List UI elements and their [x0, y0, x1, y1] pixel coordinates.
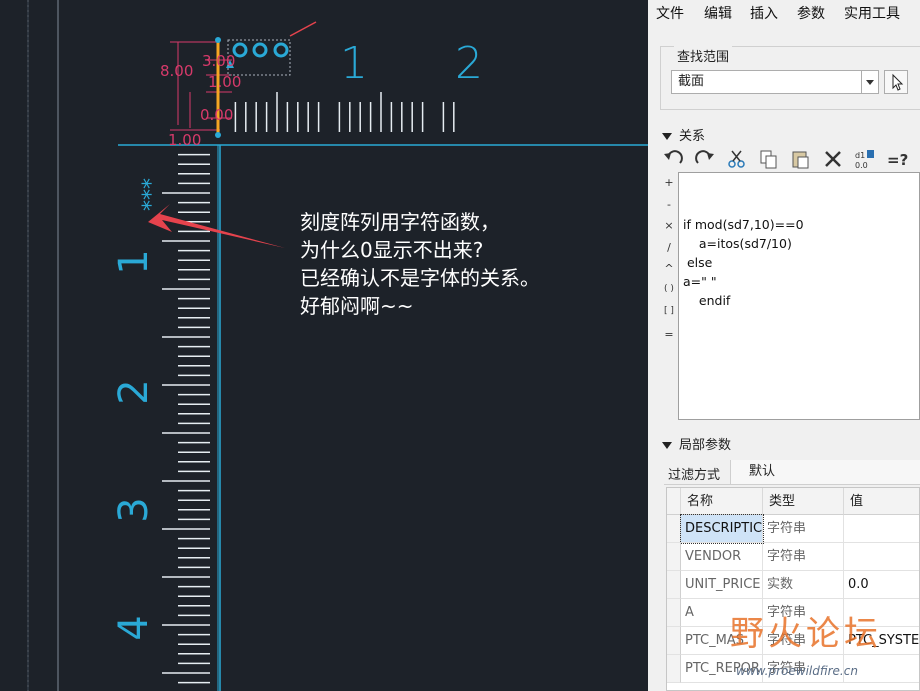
annotation-text: 刻度阵列用字符函数， 为什么0显示不出来? 已经确认不是字体的关系。 好郁闷啊~… — [300, 208, 540, 320]
column-header-value[interactable]: 值 — [844, 488, 919, 515]
relations-title: 关系 — [679, 129, 706, 144]
dimension-text[interactable]: 3.00 — [202, 52, 235, 70]
table-cell-type[interactable]: 实数 — [763, 571, 844, 599]
gear-glyphs — [232, 42, 289, 58]
ruler-number: 4 — [111, 615, 157, 641]
ruler-number: 1 — [111, 249, 157, 275]
menu-parameters[interactable]: 参数 — [797, 3, 825, 23]
table-cell-value[interactable] — [844, 515, 919, 543]
copy-icon[interactable] — [758, 148, 780, 170]
chevron-down-icon[interactable] — [861, 71, 878, 93]
undo-icon[interactable] — [662, 148, 684, 170]
operator-button[interactable]: / — [662, 241, 676, 254]
menu-utilities[interactable]: 实用工具 — [844, 3, 900, 23]
annotation-line: 已经确认不是字体的关系。 — [300, 266, 540, 290]
menu-insert[interactable]: 插入 — [750, 3, 778, 23]
row-header[interactable] — [667, 655, 681, 683]
watermark-url: www.proewildfire.cn — [736, 664, 858, 678]
table-cell-type[interactable]: 字符串 — [763, 515, 844, 543]
find-scope-select[interactable]: 截面 — [671, 70, 879, 94]
code-line: endif — [683, 293, 731, 308]
filter-bar: 过滤方式 默认 — [664, 460, 920, 485]
table-corner — [667, 488, 681, 515]
table-cell-name[interactable]: VENDOR — [681, 543, 763, 571]
ruler-number: 3 — [111, 497, 157, 523]
annotation-line: 刻度阵列用字符函数， — [300, 210, 500, 234]
find-scope-value: 截面 — [678, 74, 705, 89]
row-header[interactable] — [667, 599, 681, 627]
redo-icon[interactable] — [694, 148, 716, 170]
table-cell-value[interactable]: 0.0 — [844, 571, 919, 599]
ruler-number: 2 — [455, 38, 483, 89]
evaluate-icon[interactable]: =? — [886, 148, 908, 170]
operator-button[interactable]: [ ] — [662, 306, 676, 316]
code-line: if mod(sd7,10)==0 — [683, 217, 804, 232]
ruler-number: 2 — [111, 379, 157, 405]
annotation-line: 好郁闷啊~~ — [300, 294, 414, 318]
cut-icon[interactable] — [726, 148, 748, 170]
sort-icon[interactable]: d10.0 — [854, 148, 876, 170]
ruler-number: 1 — [340, 38, 368, 89]
menu-file[interactable]: 文件 — [656, 3, 684, 23]
filter-value: 默认 — [749, 464, 776, 479]
filter-label: 过滤方式 — [668, 468, 721, 483]
svg-text:0.0: 0.0 — [855, 161, 868, 170]
row-header[interactable] — [667, 543, 681, 571]
table-cell-name[interactable]: DESCRIPTIC — [680, 514, 764, 544]
cursor-icon — [892, 73, 904, 91]
dimension-text[interactable]: 1.00 — [168, 131, 201, 149]
collapse-triangle-icon — [662, 133, 672, 140]
delete-icon[interactable] — [822, 148, 844, 170]
placeholder-glyphs: *** — [129, 178, 154, 211]
filter-select[interactable]: 默认 — [730, 460, 920, 484]
local-params-section-header[interactable]: 局部参数 — [662, 434, 731, 453]
dimension-text[interactable]: 1.00 — [208, 73, 241, 91]
collapse-triangle-icon — [662, 442, 672, 449]
menu-edit[interactable]: 编辑 — [704, 3, 732, 23]
select-pointer-button[interactable] — [884, 70, 908, 94]
row-header[interactable] — [667, 627, 681, 655]
table-cell-name[interactable]: UNIT_PRICE — [681, 571, 763, 599]
relations-section-header[interactable]: 关系 — [662, 125, 705, 144]
relations-editor[interactable]: if mod(sd7,10)==0 a=itos(sd7/10) else a=… — [678, 172, 920, 420]
operator-button[interactable]: × — [662, 219, 676, 232]
relations-panel: 文件 编辑 插入 参数 实用工具 查找范围 截面 关系 d1 0.0 =? + -… — [648, 0, 920, 691]
operator-button[interactable]: = — [662, 328, 676, 341]
annotation-line: 为什么0显示不出来? — [300, 238, 484, 262]
code-line: else — [683, 255, 713, 270]
dimension-text[interactable]: 0.00 — [200, 106, 233, 124]
operator-button[interactable]: - — [662, 198, 676, 211]
sketch-graphics — [27, 0, 648, 691]
table-cell-type[interactable]: 字符串 — [763, 543, 844, 571]
row-header[interactable] — [667, 515, 681, 543]
sketch-canvas[interactable]: 1 2 1 2 3 4 8.00 3.00 1.00 0.00 1.00 *** 刻度阵… — [0, 0, 648, 691]
operator-button[interactable]: + — [662, 176, 676, 189]
local-params-title: 局部参数 — [679, 438, 732, 453]
find-scope-title: 查找范围 — [674, 46, 733, 65]
watermark-title: 野火论坛 — [730, 614, 882, 654]
column-header-type[interactable]: 类型 — [763, 488, 844, 515]
operator-button[interactable]: ( ) — [662, 284, 676, 294]
code-line: a=itos(sd7/10) — [683, 236, 792, 251]
row-header[interactable] — [667, 571, 681, 599]
svg-text:=?: =? — [887, 151, 908, 169]
dimension-text[interactable]: 8.00 — [160, 62, 193, 80]
code-line: a=" " — [683, 274, 717, 289]
paste-icon[interactable] — [790, 148, 812, 170]
column-header-name[interactable]: 名称 — [681, 488, 763, 515]
forum-watermark: 野火论坛 www.proewildfire.cn — [730, 606, 920, 686]
operator-button[interactable]: ^ — [662, 262, 676, 275]
table-cell-value[interactable] — [844, 543, 919, 571]
svg-text:d1: d1 — [855, 151, 865, 160]
menu-bar: 文件 编辑 插入 参数 实用工具 — [648, 0, 920, 24]
